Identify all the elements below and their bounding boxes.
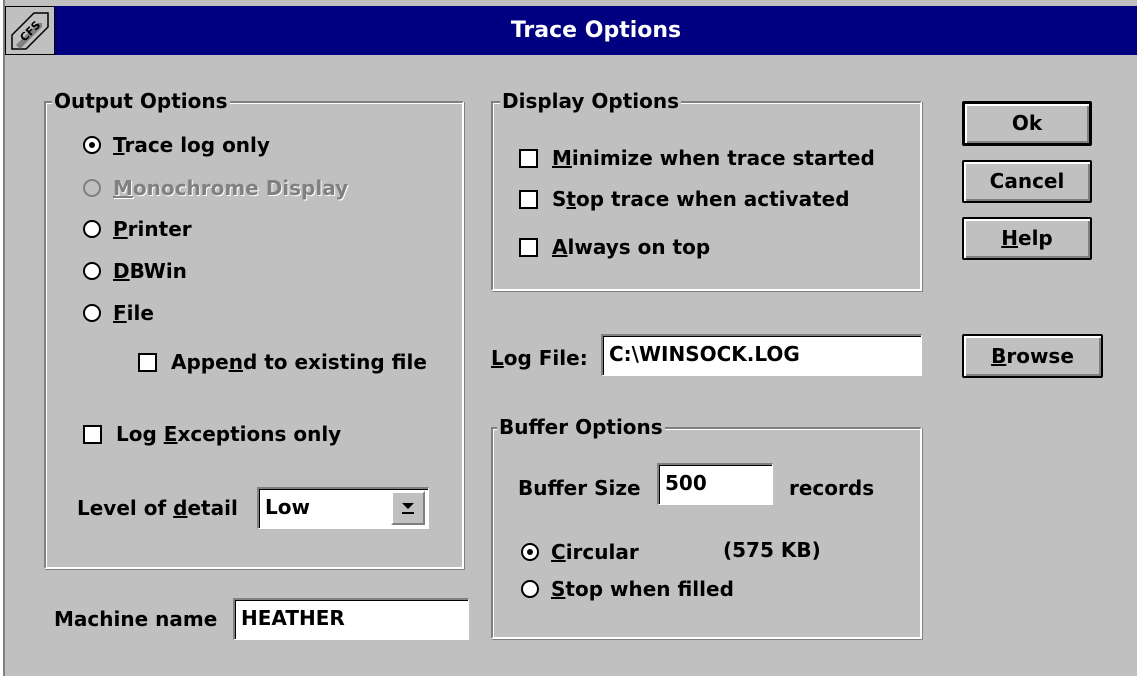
help-button[interactable]: Help — [962, 217, 1092, 260]
ok-button[interactable]: Ok — [962, 101, 1092, 146]
radio-label: Trace log only — [113, 133, 270, 157]
machine-name-value: HEATHER — [241, 606, 345, 630]
buffer-size-unit: records — [789, 476, 875, 500]
machine-name-input[interactable]: HEATHER — [233, 598, 469, 640]
radio-label: Monochrome Display — [113, 176, 349, 200]
buffer-options-legend: Buffer Options — [497, 415, 665, 439]
radio-indicator[interactable] — [521, 543, 539, 561]
radio-printer[interactable]: Printer — [83, 217, 192, 241]
checkbox-indicator[interactable] — [83, 424, 102, 444]
radio-indicator[interactable] — [83, 304, 101, 322]
level-of-detail-dropdown-button[interactable] — [391, 491, 425, 525]
level-of-detail-label: Level of detail — [77, 496, 238, 520]
buffer-size-kb: (575 KB) — [723, 538, 821, 562]
checkbox-label: Stop trace when activated — [552, 187, 850, 211]
browse-button[interactable]: Browse — [962, 334, 1103, 378]
radio-label: Printer — [113, 217, 192, 241]
checkbox-append-to-existing-file[interactable]: Append to existing file — [138, 350, 427, 374]
buffer-size-label: Buffer Size — [518, 476, 641, 500]
buffer-size-value: 500 — [665, 471, 707, 495]
checkbox-stop-trace-when-activated[interactable]: Stop trace when activated — [519, 187, 850, 211]
output-options-legend: Output Options — [52, 89, 230, 113]
radio-circular[interactable]: Circular — [521, 540, 639, 564]
machine-name-label: Machine name — [54, 607, 218, 631]
checkbox-label: Append to existing file — [171, 350, 427, 374]
trace-options-dialog: CFS Trace Options Output Options Trace l… — [3, 0, 1137, 676]
radio-monochrome-display: Monochrome Display — [83, 176, 348, 200]
window-title: Trace Options — [510, 18, 682, 43]
title-bar: CFS Trace Options — [5, 6, 1137, 55]
radio-label: DBWin — [113, 259, 187, 283]
radio-label: Stop when filled — [551, 577, 734, 601]
cfs-logo-icon: CFS — [11, 12, 49, 50]
checkbox-always-on-top[interactable]: Always on top — [519, 235, 710, 259]
level-of-detail-value: Low — [265, 495, 310, 519]
checkbox-log-exceptions-only[interactable]: Log Exceptions only — [83, 422, 341, 446]
radio-indicator[interactable] — [83, 136, 101, 154]
radio-stop-when-filled[interactable]: Stop when filled — [521, 577, 734, 601]
log-file-label: Log File: — [491, 346, 588, 370]
buffer-size-input[interactable]: 500 — [657, 463, 773, 505]
checkbox-label: Always on top — [552, 235, 711, 259]
cancel-button[interactable]: Cancel — [962, 160, 1092, 203]
radio-dbwin[interactable]: DBWin — [83, 259, 187, 283]
radio-file[interactable]: File — [83, 301, 154, 325]
log-file-value: C:\WINSOCK.LOG — [609, 342, 800, 366]
dropdown-arrow-icon — [402, 503, 414, 514]
radio-indicator[interactable] — [83, 220, 101, 238]
checkbox-indicator[interactable] — [519, 189, 538, 209]
radio-label: File — [113, 301, 154, 325]
radio-indicator[interactable] — [83, 262, 101, 280]
display-options-legend: Display Options — [500, 89, 682, 113]
log-file-input[interactable]: C:\WINSOCK.LOG — [601, 334, 922, 376]
radio-label: Circular — [551, 540, 639, 564]
checkbox-indicator[interactable] — [519, 237, 538, 257]
checkbox-indicator[interactable] — [138, 352, 157, 372]
checkbox-label: Log Exceptions only — [116, 422, 342, 446]
buffer-options-group — [491, 427, 922, 639]
radio-indicator[interactable] — [521, 580, 539, 598]
system-menu-button[interactable]: CFS — [5, 6, 55, 55]
checkbox-indicator[interactable] — [519, 148, 538, 168]
checkbox-minimize-when-trace-started[interactable]: Minimize when trace started — [519, 146, 875, 170]
radio-trace-log-only[interactable]: Trace log only — [83, 133, 270, 157]
radio-indicator — [83, 179, 101, 197]
checkbox-label: Minimize when trace started — [552, 146, 875, 170]
